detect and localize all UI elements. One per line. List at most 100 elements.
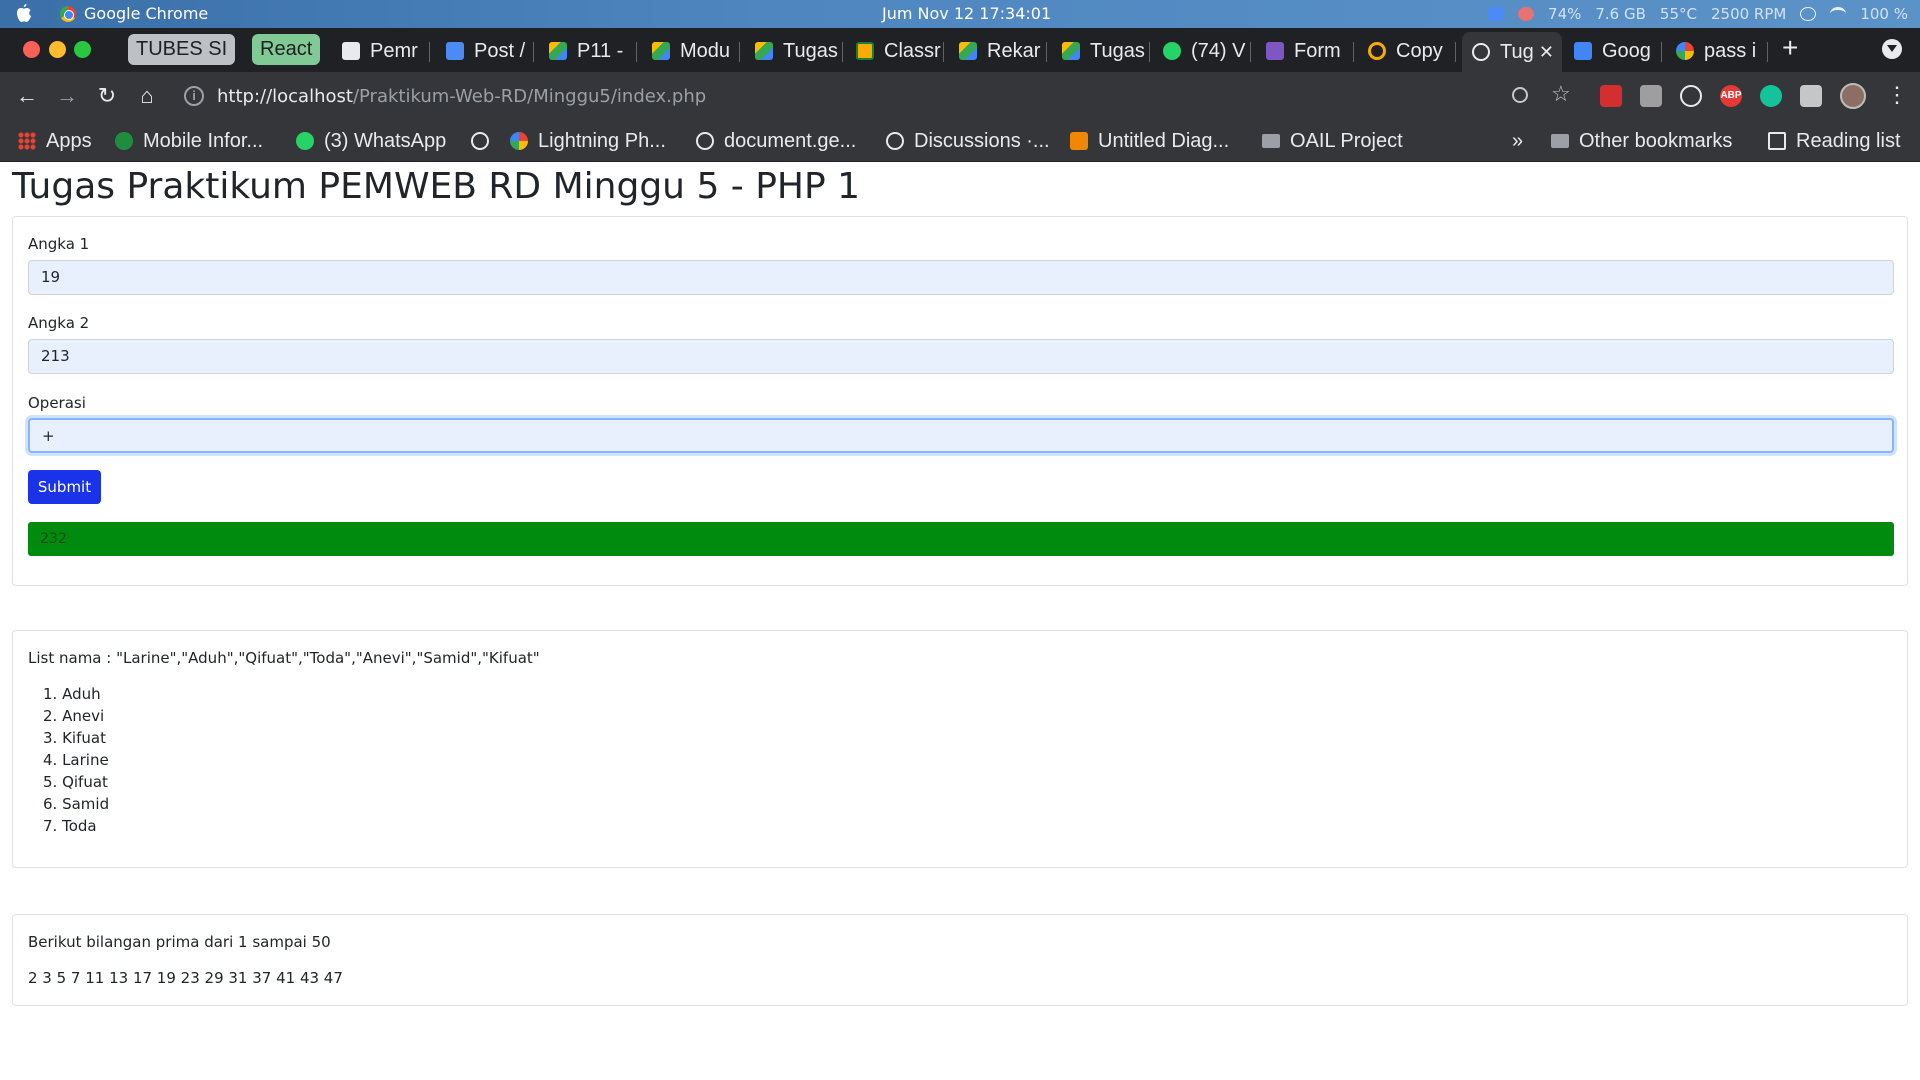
wifi-icon[interactable] — [1830, 7, 1847, 21]
tab-search-icon[interactable] — [1882, 39, 1902, 59]
extension-icon[interactable] — [1640, 85, 1662, 107]
whatsapp-icon — [1163, 42, 1181, 60]
new-tab-button[interactable]: + — [1782, 32, 1798, 64]
tab-label: Tugas — [783, 39, 838, 62]
memory-usage: 7.6 GB — [1595, 5, 1646, 23]
tab-label: (74) V — [1191, 39, 1246, 62]
drive-icon — [652, 42, 670, 60]
primes-heading: Berikut bilangan prima dari 1 sampai 50 — [28, 933, 331, 951]
tab-google-search[interactable]: pass i — [1676, 34, 1768, 68]
tab-modul[interactable]: Modu — [652, 34, 740, 68]
bookmark-discussions[interactable]: Discussions ·... — [886, 128, 1050, 154]
react-devtools-icon[interactable] — [1680, 85, 1702, 107]
angka1-label: Angka 1 — [28, 235, 90, 253]
tab-post[interactable]: Post / — [446, 34, 534, 68]
camera-indicator-icon[interactable] — [1488, 7, 1505, 21]
bookmark-mobile-info[interactable]: Mobile Infor... — [115, 128, 263, 154]
os-menu-bar: Google Chrome Jum Nov 12 17:34:01 74% 7.… — [0, 0, 1920, 28]
tab-p11[interactable]: P11 - — [549, 34, 637, 68]
profile-avatar[interactable] — [1840, 83, 1866, 109]
tab-whatsapp[interactable]: (74) V — [1163, 34, 1251, 68]
volume-level[interactable]: 100 % — [1860, 5, 1908, 23]
forward-arrow-icon[interactable]: → — [53, 82, 81, 110]
tab-colab[interactable]: Copy — [1368, 34, 1456, 68]
grammarly-icon[interactable] — [1760, 85, 1782, 107]
adblock-icon[interactable]: ABP — [1720, 85, 1742, 107]
docs-icon — [1574, 42, 1592, 60]
zoom-icon[interactable] — [1512, 87, 1528, 103]
chrome-menu-icon[interactable]: ⋮ — [1886, 82, 1908, 108]
tab-group-tubes-si[interactable]: TUBES SI — [128, 34, 236, 65]
tab-label: Copy — [1396, 39, 1443, 62]
puzzle-icon[interactable] — [1800, 85, 1822, 107]
list-item: 5. Qifuat — [43, 773, 108, 791]
tab-classroom[interactable]: Classr — [856, 34, 944, 68]
page-title: Tugas Praktikum PEMWEB RD Minggu 5 - PHP… — [12, 166, 861, 207]
bookmark-untitled[interactable] — [471, 128, 499, 154]
address-bar[interactable]: i http://localhost/Praktikum-Web-RD/Ming… — [172, 78, 1558, 114]
angka1-input[interactable]: 19 — [28, 260, 1894, 295]
screen-record-icon[interactable] — [1518, 7, 1535, 21]
bookmark-star-icon[interactable]: ☆ — [1551, 81, 1571, 107]
bookmark-document[interactable]: document.ge... — [696, 128, 856, 154]
primes-card: Berikut bilangan prima dari 1 sampai 50 … — [12, 914, 1908, 1006]
minimize-window-button[interactable] — [49, 41, 66, 58]
tab-active-tugas[interactable]: Tug ✕ — [1462, 32, 1562, 72]
home-icon[interactable]: ⌂ — [133, 82, 161, 110]
back-arrow-icon[interactable]: ← — [13, 82, 41, 110]
reading-list[interactable]: Reading list — [1768, 128, 1901, 154]
tab-label: Tug — [1500, 40, 1534, 63]
list-item: 4. Larine — [43, 751, 109, 769]
tab-label: Tugas — [1090, 39, 1145, 62]
active-app-name[interactable]: Google Chrome — [84, 4, 208, 23]
calculator-card: Angka 1 19 Angka 2 213 Operasi + Submit … — [12, 216, 1908, 586]
tab-strip: TUBES SI React Pemr Post / P11 - Modu Tu… — [0, 28, 1920, 72]
drive-icon — [755, 42, 773, 60]
angka2-input[interactable]: 213 — [28, 339, 1894, 374]
browser-toolbar: ← → ↻ ⌂ i http://localhost/Praktikum-Web… — [0, 72, 1920, 120]
bookmarks-overflow-button[interactable]: » — [1512, 128, 1523, 154]
globe-icon — [886, 132, 904, 150]
tab-label: Pemr — [370, 39, 418, 62]
url-text[interactable]: http://localhost/Praktikum-Web-RD/Minggu… — [217, 86, 706, 107]
mendeley-icon[interactable] — [1600, 85, 1622, 107]
maximize-window-button[interactable] — [74, 41, 91, 58]
globe-icon — [696, 132, 714, 150]
operasi-input[interactable]: + — [28, 418, 1894, 453]
close-window-button[interactable] — [23, 41, 40, 58]
drive-icon — [549, 42, 567, 60]
google-icon — [1676, 42, 1694, 60]
bookmark-whatsapp[interactable]: (3) WhatsApp — [296, 128, 446, 154]
system-clock[interactable]: Jum Nov 12 17:34:01 — [882, 4, 1051, 23]
tab-label: Post / — [474, 39, 526, 62]
names-heading: List nama : "Larine","Aduh","Qifuat","To… — [28, 649, 540, 667]
bookmarks-bar: Apps Mobile Infor... (3) WhatsApp Lightn… — [0, 120, 1920, 162]
list-item: 3. Kifuat — [43, 729, 106, 747]
tab-tugas-2[interactable]: Tugas — [1062, 34, 1150, 68]
tab-google-docs[interactable]: Goog — [1574, 34, 1662, 68]
other-bookmarks[interactable]: Other bookmarks — [1551, 128, 1732, 154]
tab-label: Rekar — [987, 39, 1041, 62]
google-icon — [510, 132, 528, 150]
bookmark-icon — [115, 132, 133, 150]
tab-group-react[interactable]: React — [252, 34, 321, 65]
bookmark-apps[interactable]: Apps — [18, 128, 92, 154]
tab-pemrograman[interactable]: Pemr — [342, 34, 430, 68]
tab-tugas-1[interactable]: Tugas — [755, 34, 843, 68]
submit-button[interactable]: Submit — [28, 470, 101, 504]
close-tab-icon[interactable]: ✕ — [1539, 42, 1554, 63]
bookmark-oail-project[interactable]: OAIL Project — [1262, 128, 1403, 154]
bookmark-drawio[interactable]: Untitled Diag... — [1070, 128, 1229, 154]
reload-icon[interactable]: ↻ — [93, 82, 121, 110]
tab-rekaman[interactable]: Rekar — [959, 34, 1047, 68]
drawio-icon — [1070, 132, 1088, 150]
site-info-icon[interactable]: i — [184, 86, 204, 106]
apple-icon[interactable] — [16, 4, 32, 23]
whatsapp-icon — [296, 132, 314, 150]
accessibility-icon[interactable] — [1800, 7, 1817, 21]
tab-forms[interactable]: Form — [1266, 34, 1354, 68]
folder-icon — [1551, 134, 1569, 148]
tab-label: Goog — [1602, 39, 1651, 62]
bookmark-lightning[interactable]: Lightning Ph... — [510, 128, 666, 154]
angka2-label: Angka 2 — [28, 314, 90, 332]
